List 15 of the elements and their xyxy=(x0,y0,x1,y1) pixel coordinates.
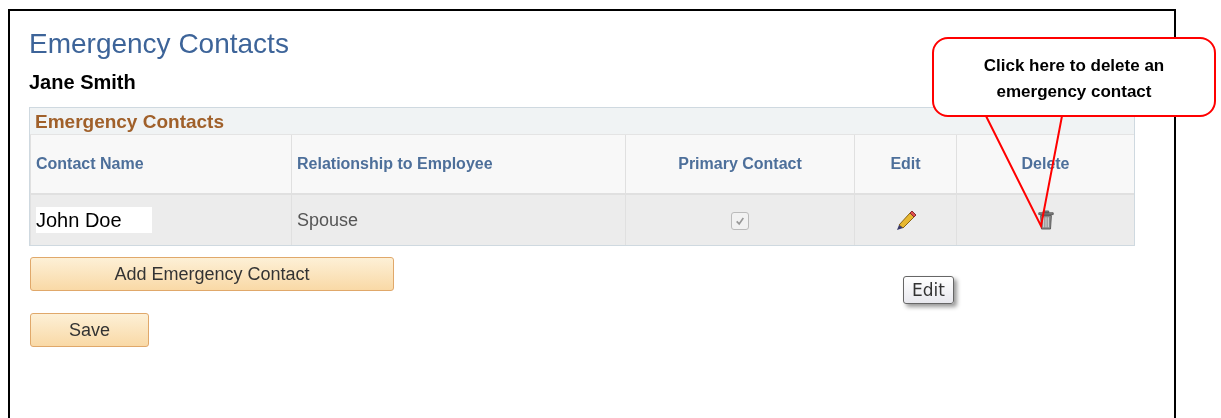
employee-name: Jane Smith xyxy=(29,71,136,94)
add-contact-button[interactable]: Add Emergency Contact xyxy=(30,257,394,291)
column-header: Relationship to Employee xyxy=(291,134,626,194)
save-button[interactable]: Save xyxy=(30,313,149,347)
page-title: Emergency Contacts xyxy=(29,27,290,61)
grid-title: Emergency Contacts xyxy=(34,110,225,134)
column-header: Contact Name xyxy=(30,134,292,194)
column-header: Primary Contact xyxy=(625,134,855,194)
checkmark-icon xyxy=(735,215,745,226)
tooltip: Edit xyxy=(903,276,954,304)
callout-bubble: Click here to delete an emergency contact xyxy=(932,37,1216,117)
relationship-text: Spouse xyxy=(297,209,359,230)
contact-name: John Doe xyxy=(36,206,152,233)
trash-icon[interactable] xyxy=(1036,208,1055,232)
column-header: Edit xyxy=(854,134,957,194)
